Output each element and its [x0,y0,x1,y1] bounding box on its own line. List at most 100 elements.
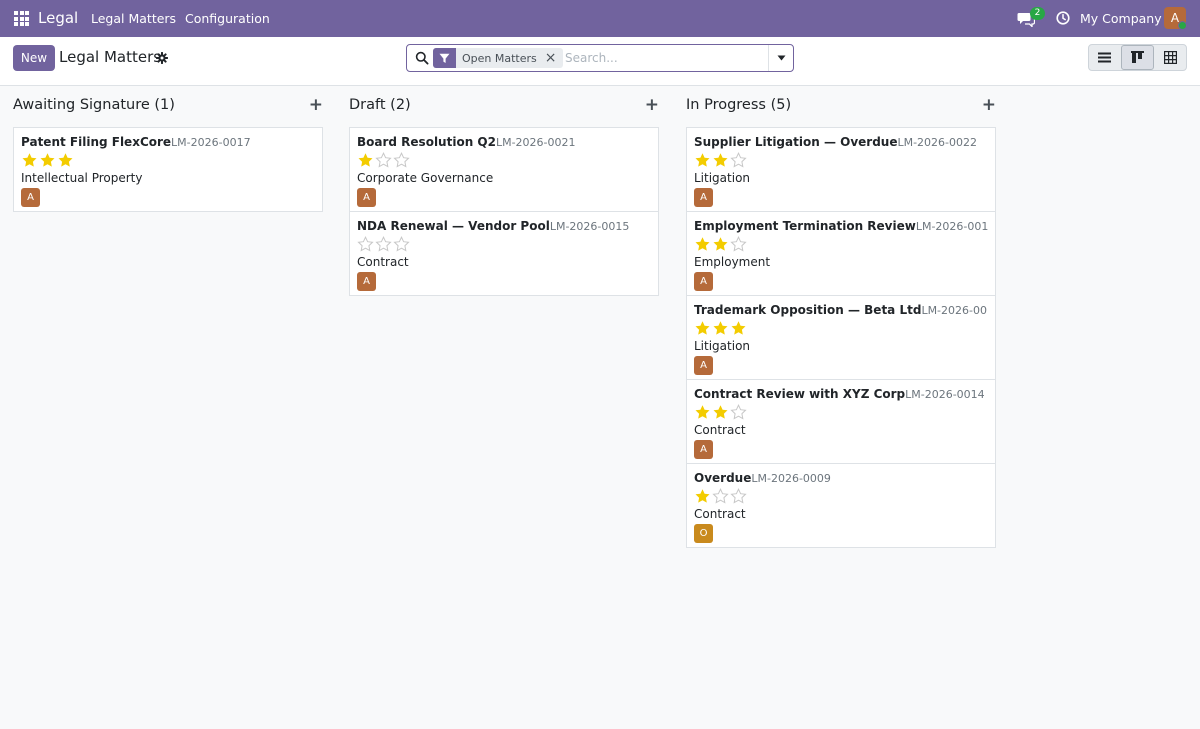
star-filled-icon[interactable] [694,152,711,169]
star-empty-icon[interactable] [730,236,747,253]
card-name: Patent Filing FlexCore [21,135,172,149]
kanban-column: Awaiting Signature (1) + Patent Filing Fle… [13,86,323,212]
search-options-toggle[interactable] [768,45,793,71]
kanban-view-button[interactable] [1120,45,1155,70]
company-switcher[interactable]: My Company [1080,11,1162,26]
page-title: Legal Matters [59,48,162,66]
filter-icon [433,48,456,68]
apps-grid-icon[interactable] [14,11,29,26]
star-filled-icon[interactable] [712,320,729,337]
kanban-card[interactable]: Patent Filing FlexCoreLM-2026-0017 Intell… [14,128,322,211]
activity-clock-icon[interactable] [1056,11,1070,25]
card-title-row: Supplier Litigation — OverdueLM-2026-002… [694,135,988,151]
search-input[interactable] [565,49,765,67]
star-empty-icon[interactable] [357,236,374,253]
view-switcher [1088,44,1187,71]
app-brand[interactable]: Legal [38,9,78,27]
star-empty-icon[interactable] [730,404,747,421]
assignee-avatar[interactable]: A [694,272,713,291]
control-panel: New Legal Matters Open Matters × [0,37,1200,86]
star-empty-icon[interactable] [393,236,410,253]
menu-configuration[interactable]: Configuration [185,11,270,26]
star-filled-icon[interactable] [712,236,729,253]
card-reference: LM-2026-0021 [495,136,576,149]
column-cards: Supplier Litigation — OverdueLM-2026-002… [686,127,996,548]
kanban-card[interactable]: Board Resolution Q2LM-2026-0021 Corporate… [350,128,658,212]
star-empty-icon[interactable] [712,488,729,505]
matter-type: Contract [694,423,746,437]
star-empty-icon[interactable] [375,152,392,169]
assignee-avatar[interactable]: A [357,188,376,207]
new-button[interactable]: New [13,45,55,71]
star-filled-icon[interactable] [57,152,74,169]
column-header: In Progress (5) + [686,86,996,127]
list-view-button[interactable] [1089,45,1121,70]
card-title-row: Employment Termination ReviewLM-2026-001… [694,219,988,235]
menu-legal-matters[interactable]: Legal Matters [91,11,176,26]
card-name: Trademark Opposition — Beta Ltd [694,303,922,317]
kanban-card[interactable]: NDA Renewal — Vendor PoolLM-2026-0015 Con… [350,212,658,295]
card-name: Employment Termination Review [694,219,916,233]
card-name: Supplier Litigation — Overdue [694,135,898,149]
star-filled-icon[interactable] [39,152,56,169]
column-title[interactable]: In Progress (5) [686,97,791,113]
matter-type: Corporate Governance [357,171,494,185]
kanban-card[interactable]: OverdueLM-2026-0009 Contract O [687,464,995,547]
star-filled-icon[interactable] [712,152,729,169]
star-empty-icon[interactable] [730,488,747,505]
star-filled-icon[interactable] [357,152,374,169]
kanban-card[interactable]: Employment Termination ReviewLM-2026-001… [687,212,995,296]
assignee-avatar[interactable]: A [21,188,40,207]
card-title-row: Patent Filing FlexCoreLM-2026-0017 [21,135,315,151]
card-title-row: NDA Renewal — Vendor PoolLM-2026-0015 [357,219,651,235]
star-filled-icon[interactable] [694,236,711,253]
star-empty-icon[interactable] [730,152,747,169]
priority-stars [357,152,651,170]
kanban-card[interactable]: Trademark Opposition — Beta LtdLM-2026-0… [687,296,995,380]
card-reference: LM-2026-0015 [549,220,630,233]
assignee-avatar[interactable]: A [694,356,713,375]
priority-stars [694,488,988,506]
matter-type: Litigation [694,339,751,353]
card-reference: LM-2026-0017 [171,136,251,149]
assignee-avatar[interactable]: A [357,272,376,291]
facet-remove-icon[interactable]: × [545,48,563,68]
facet-label: Open Matters [462,51,537,65]
search-bar[interactable]: Open Matters × [406,44,794,72]
priority-stars [694,236,988,254]
column-header: Draft (2) + [349,86,659,127]
gear-icon[interactable] [156,52,168,64]
star-filled-icon[interactable] [694,320,711,337]
matter-type: Contract [694,507,746,521]
star-filled-icon[interactable] [730,320,747,337]
column-title[interactable]: Draft (2) [349,97,411,113]
search-icon [415,51,429,65]
card-reference: LM-2026-0022 [897,136,978,149]
star-filled-icon[interactable] [694,404,711,421]
star-empty-icon[interactable] [375,236,392,253]
priority-stars [694,152,988,170]
quick-create-plus-icon[interactable]: + [982,95,996,115]
assignee-avatar[interactable]: A [694,188,713,207]
presence-status-icon [1178,21,1187,30]
caret-down-icon [777,55,785,61]
star-filled-icon[interactable] [21,152,38,169]
card-title-row: Board Resolution Q2LM-2026-0021 [357,135,651,151]
card-name: NDA Renewal — Vendor Pool [357,219,550,233]
search-facet[interactable]: Open Matters × [433,48,563,68]
star-empty-icon[interactable] [393,152,410,169]
star-filled-icon[interactable] [712,404,729,421]
column-title[interactable]: Awaiting Signature (1) [13,97,175,113]
quick-create-plus-icon[interactable]: + [309,95,323,115]
priority-stars [694,320,988,338]
quick-create-plus-icon[interactable]: + [645,95,659,115]
kanban-card[interactable]: Supplier Litigation — OverdueLM-2026-002… [687,128,995,212]
column-header: Awaiting Signature (1) + [13,86,323,127]
assignee-avatar[interactable]: A [694,440,713,459]
card-reference: LM-2026-0018 [915,220,988,233]
star-filled-icon[interactable] [694,488,711,505]
kanban-card[interactable]: Contract Review with XYZ CorpLM-2026-001… [687,380,995,464]
assignee-avatar[interactable]: O [694,524,713,543]
column-cards: Board Resolution Q2LM-2026-0021 Corporate… [349,127,659,296]
pivot-view-button[interactable] [1154,45,1186,70]
